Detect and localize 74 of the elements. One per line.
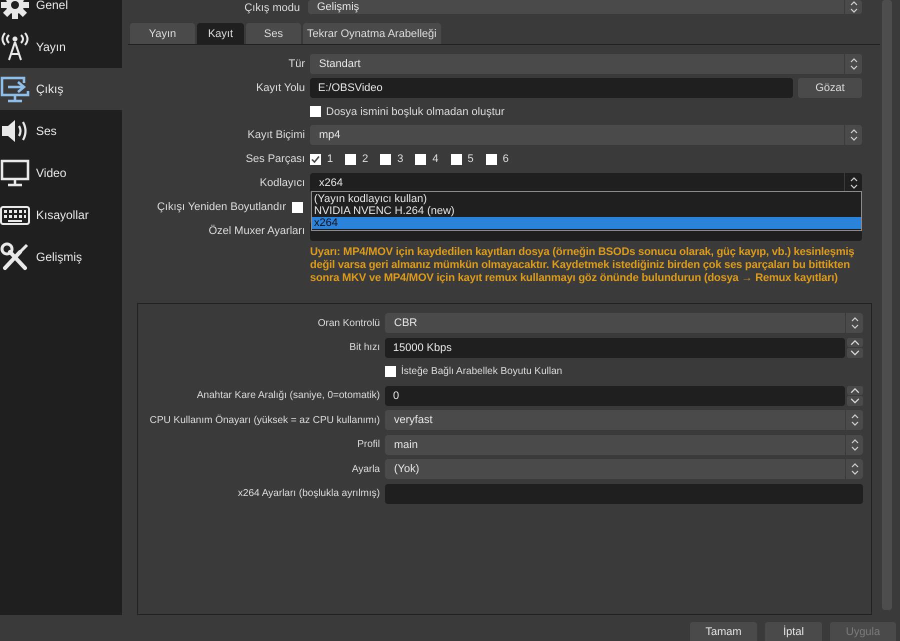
field-label: Profil <box>356 438 380 452</box>
checkbox[interactable] <box>415 154 426 164</box>
field-label: Ses Parçası <box>244 152 305 167</box>
checkbox[interactable] <box>486 154 497 164</box>
number-field[interactable]: 0 <box>385 386 845 406</box>
sidebar-item[interactable]: Gelişmiş <box>0 236 122 278</box>
checkbox[interactable] <box>292 202 303 212</box>
field-label: Çıkış modu <box>243 2 300 14</box>
field-label: Tür <box>288 57 305 72</box>
checkbox-label: 3 <box>397 153 404 165</box>
sidebar-item[interactable]: Yayın <box>0 26 122 68</box>
field-label: x264 Ayarları (boşlukla ayrılmış) <box>236 487 380 501</box>
checkbox[interactable] <box>310 106 321 117</box>
checkbox-label: 2 <box>362 153 368 165</box>
dropdown[interactable]: x264 <box>310 173 862 193</box>
up-down-arrow-icon <box>848 0 858 14</box>
tools-icon <box>0 242 30 272</box>
number-field[interactable]: 15000 Kbps <box>385 338 845 358</box>
dropdown[interactable]: Standart <box>310 54 862 74</box>
tab[interactable]: Kayıt <box>197 23 244 44</box>
dropdown[interactable]: (Yok) <box>385 459 863 479</box>
sidebar-item[interactable]: Genel <box>0 0 122 26</box>
checkbox-label: 5 <box>468 153 474 165</box>
checkbox-label: Dosya ismini boşluk olmadan oluştur <box>326 106 505 118</box>
sidebar-item[interactable]: Ses <box>0 110 122 152</box>
checkbox[interactable] <box>310 154 321 164</box>
up-down-arrow-icon <box>850 438 860 452</box>
field-label: Bit hızı <box>348 341 380 355</box>
checkbox-label: İsteğe Bağlı Arabellek Boyutu Kullan <box>401 366 562 377</box>
monitor-arrow-icon <box>0 74 30 104</box>
up-down-arrow-icon <box>850 462 860 476</box>
dropdown[interactable]: CBR <box>385 313 863 333</box>
checkbox-label: 1 <box>327 153 334 165</box>
field-label: Anahtar Kare Aralığı (saniye, 0=otomatik) <box>196 389 380 403</box>
dropdown[interactable]: main <box>385 434 863 454</box>
sidebar-item[interactable]: Kısayollar <box>0 194 122 236</box>
checkbox[interactable] <box>380 154 392 164</box>
field-label: Ayarla <box>350 462 380 476</box>
dialog-button[interactable]: Tamam <box>690 622 757 641</box>
up-down-arrow-icon <box>848 128 858 142</box>
antenna-icon <box>0 32 30 62</box>
field-label: Çıkışı Yeniden Boyutlandır <box>156 201 286 213</box>
dropdown-option[interactable]: x264 <box>312 217 861 229</box>
field-label: Oran Kontrolü <box>316 316 380 330</box>
dropdown[interactable]: mp4 <box>310 125 862 145</box>
tab[interactable]: Ses <box>246 23 301 44</box>
field-label: Özel Muxer Ayarları <box>208 224 305 239</box>
dropdown-option[interactable]: (Yayın kodlayıcı kullan) <box>312 193 861 205</box>
field-label: Kodlayıcı <box>258 176 305 191</box>
warning-text: Uyarı: MP4/MOV için kaydedilen kayıtları dosya (örneğin BSODs sonucu olarak, güç kayıp, vb.) kesinleşmiş değil varsa geri almanız mümkün olmayacaktır. Kaydetmek istediğiniz birden çok ses parçaları bu bittikten sonra MKV ve MP4/MOV için kayıt remux kullanmayı göz önünde bulundurun (dosya → Remux kayıtları) <box>310 245 856 285</box>
tab[interactable]: Yayın <box>130 23 195 44</box>
path-field[interactable]: E:/OBSVideo <box>310 78 793 98</box>
checkbox[interactable] <box>385 366 396 377</box>
field-label: Kayıt Biçimi <box>246 128 305 143</box>
tab[interactable]: Tekrar Oynatma Arabelleği <box>303 23 441 44</box>
field-label: CPU Kullanım Önayarı (yüksek = az CPU kullanımı) <box>148 414 380 428</box>
checkbox[interactable] <box>450 154 462 164</box>
browse-button[interactable]: Gözat <box>798 78 862 98</box>
monitor-icon <box>0 158 30 188</box>
checkbox-label: 4 <box>432 153 438 165</box>
up-down-arrow-icon <box>850 316 860 330</box>
input-field[interactable] <box>385 484 863 504</box>
dropdown[interactable]: Gelişmiş <box>308 0 862 14</box>
checkbox-label: 6 <box>502 153 509 165</box>
up-down-arrow-icon <box>848 57 858 71</box>
checkbox[interactable] <box>345 154 356 164</box>
dropdown[interactable]: veryfast <box>385 410 863 430</box>
up-down-arrow-icon <box>848 176 858 190</box>
sidebar-item[interactable]: Çıkış <box>0 68 122 110</box>
dropdown-option[interactable]: NVIDIA NVENC H.264 (new) <box>312 205 861 217</box>
sidebar-item[interactable]: Video <box>0 152 122 194</box>
up-down-arrow-icon <box>850 413 860 427</box>
field-label: Kayıt Yolu <box>255 81 305 96</box>
dialog-button[interactable]: İptal <box>765 622 822 641</box>
